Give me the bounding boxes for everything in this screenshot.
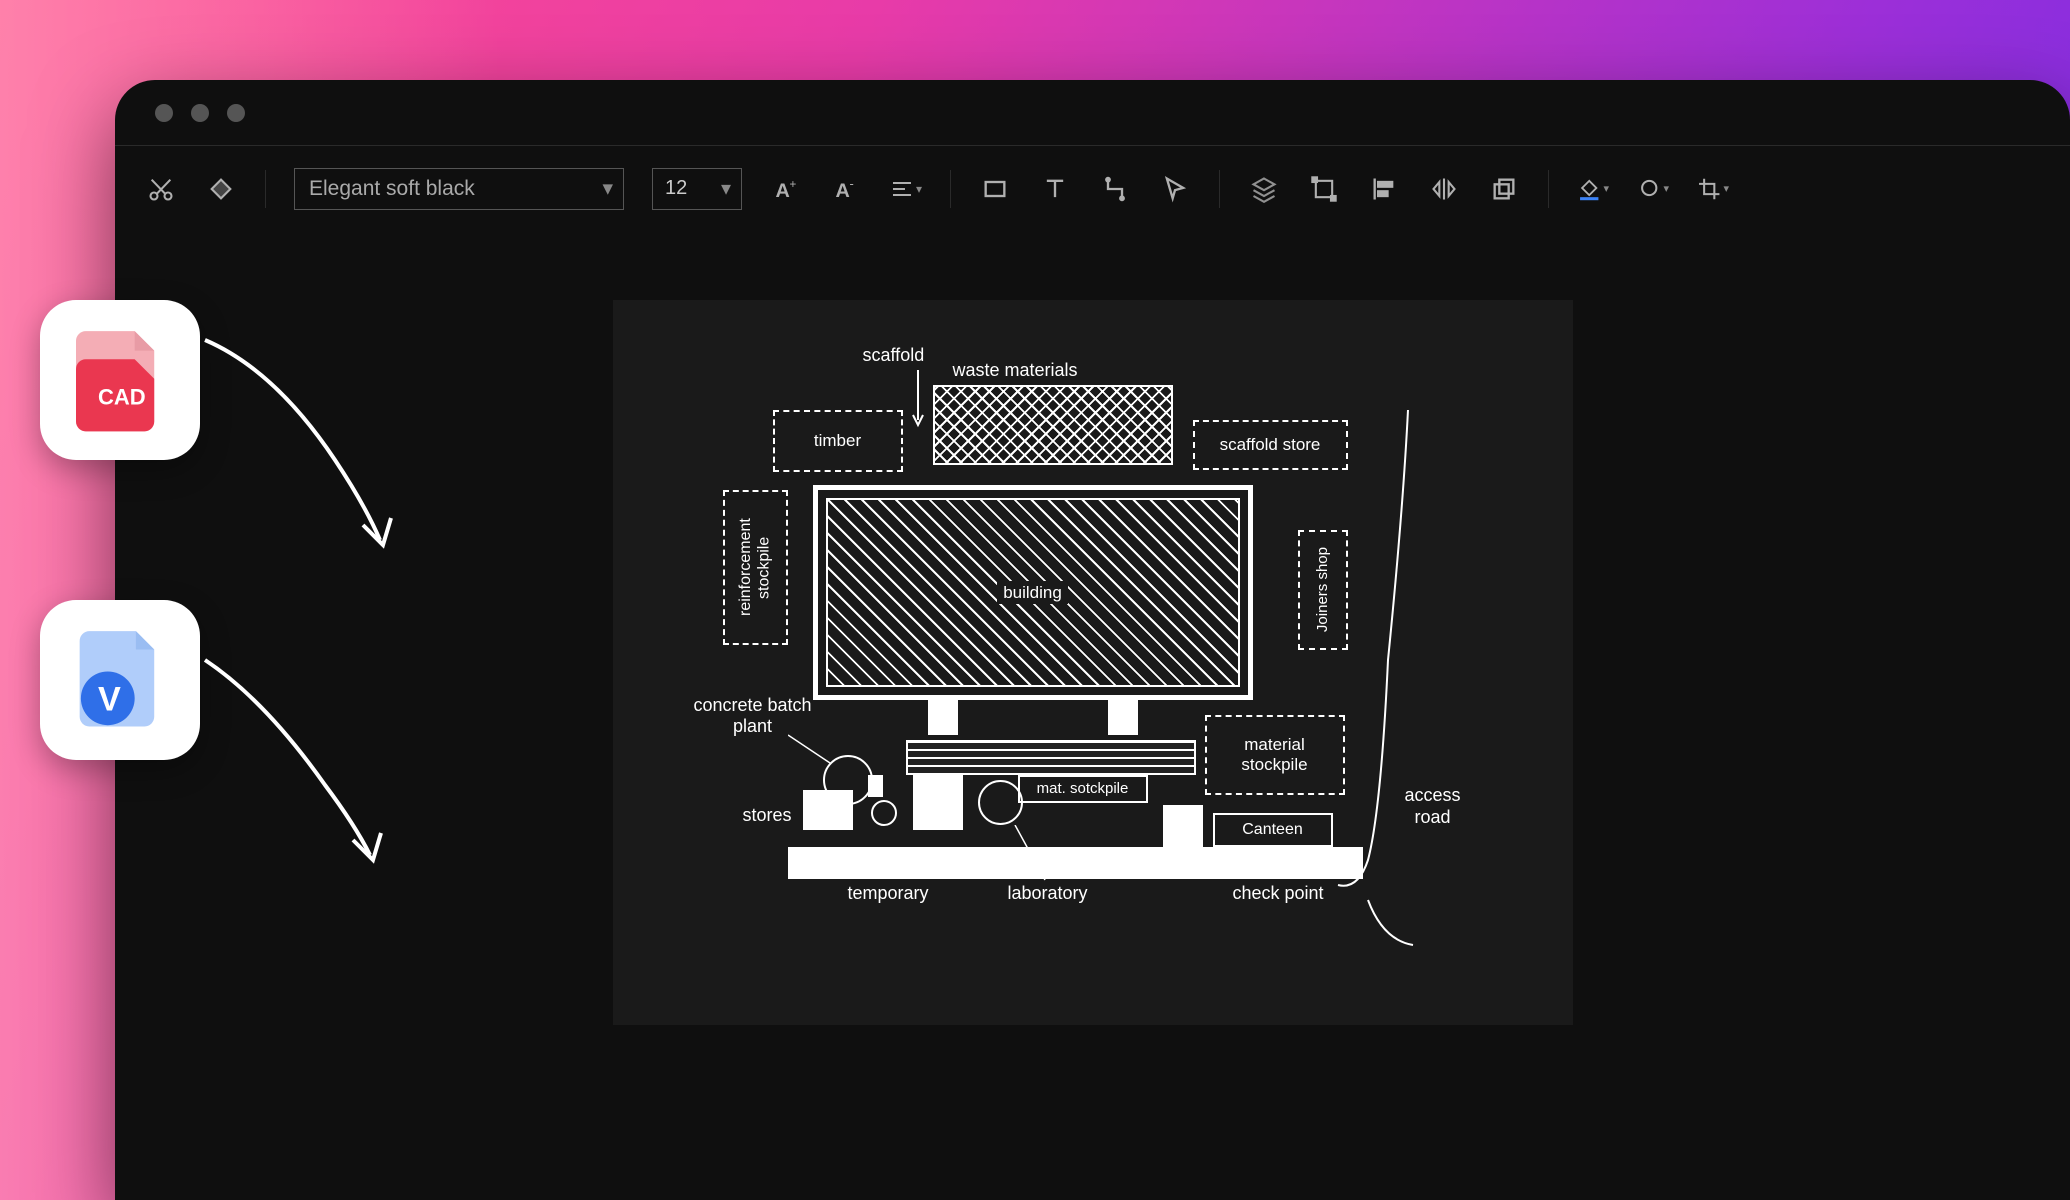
align-left-icon[interactable] (1368, 173, 1400, 205)
box-waste-materials[interactable] (933, 385, 1173, 465)
small-box-1b[interactable] (868, 775, 883, 797)
stroke-color-icon[interactable]: ▾ (1637, 173, 1669, 205)
fill-color-icon[interactable]: ▾ (1577, 173, 1609, 205)
layers-icon[interactable] (1248, 173, 1280, 205)
small-box-1[interactable] (803, 790, 853, 830)
label-joiners-shop: Joiners shop (1314, 547, 1331, 632)
text-icon[interactable] (1039, 173, 1071, 205)
svg-text:CAD: CAD (98, 384, 146, 409)
connector-icon[interactable] (1099, 173, 1131, 205)
file-card-v[interactable]: V (40, 600, 200, 760)
chevron-down-icon: ▾ (721, 176, 731, 201)
rectangle-icon[interactable] (979, 173, 1011, 205)
silo-3[interactable] (871, 800, 897, 826)
label-waste-materials: waste materials (953, 360, 1078, 381)
box-timber[interactable]: timber (773, 410, 903, 472)
app-window: Elegant soft black ▾ 12 ▾ A+ A- ▾ (115, 80, 2070, 1200)
box-canteen[interactable]: Canteen (1213, 813, 1333, 847)
decrease-font-icon[interactable]: A- (830, 173, 862, 205)
box-mat-stockpile[interactable]: mat. sotckpile (1018, 775, 1148, 803)
file-card-cad[interactable]: CAD (40, 300, 200, 460)
box-building-outer[interactable]: building (813, 485, 1253, 700)
label-scaffold-store: scaffold store (1220, 435, 1321, 455)
font-family-select[interactable]: Elegant soft black ▾ (294, 168, 624, 210)
pillar-right (1108, 700, 1138, 735)
line-lab (1010, 825, 1050, 885)
align-icon[interactable]: ▾ (890, 173, 922, 205)
small-box-2[interactable] (913, 775, 963, 830)
flip-icon[interactable] (1428, 173, 1460, 205)
label-material-stockpile: material stockpile (1211, 735, 1339, 774)
box-scaffold-store[interactable]: scaffold store (1193, 420, 1348, 470)
arrange-icon[interactable] (1488, 173, 1520, 205)
toolbar: Elegant soft black ▾ 12 ▾ A+ A- ▾ (115, 146, 2070, 231)
label-temporary: temporary (848, 883, 929, 904)
font-family-value: Elegant soft black (309, 177, 475, 201)
label-scaffold: scaffold (863, 345, 925, 366)
crop-icon[interactable]: ▾ (1697, 173, 1729, 205)
label-canteen: Canteen (1242, 821, 1303, 839)
access-road-curve (1333, 410, 1453, 950)
pillar-left (928, 700, 958, 735)
label-stores: stores (743, 805, 792, 826)
box-road[interactable] (788, 847, 1363, 879)
label-mat-stockpile: mat. sotckpile (1037, 780, 1129, 797)
pointer-icon[interactable] (1159, 173, 1191, 205)
window-maximize-dot[interactable] (227, 104, 245, 122)
label-laboratory: laboratory (1008, 883, 1088, 904)
increase-font-icon[interactable]: A+ (770, 173, 802, 205)
arrow-scaffold (908, 370, 928, 430)
chevron-down-icon: ▾ (602, 176, 613, 201)
titlebar (115, 80, 2070, 145)
svg-text:A: A (836, 180, 850, 202)
canvas-area[interactable]: scaffold waste materials timber scaffold… (115, 230, 2070, 1200)
label-building: building (997, 581, 1068, 605)
svg-text:-: - (850, 175, 854, 190)
label-reinforcement-stockpile: reinforcement stockpile (737, 496, 774, 639)
svg-text:A: A (776, 180, 790, 202)
box-striped[interactable] (906, 740, 1196, 775)
paint-bucket-icon[interactable] (205, 173, 237, 205)
svg-text:V: V (98, 681, 121, 719)
v-file-icon: V (70, 625, 170, 735)
font-size-select[interactable]: 12 ▾ (652, 168, 742, 210)
small-box-3[interactable] (1163, 805, 1203, 847)
box-material-stockpile[interactable]: material stockpile (1205, 715, 1345, 795)
svg-text:+: + (790, 177, 797, 190)
box-reinforcement-stockpile[interactable]: reinforcement stockpile (723, 490, 788, 645)
group-icon[interactable] (1308, 173, 1340, 205)
label-timber: timber (814, 431, 861, 451)
label-check-point: check point (1233, 883, 1324, 904)
diagram-canvas[interactable]: scaffold waste materials timber scaffold… (613, 300, 1573, 1025)
font-size-value: 12 (665, 177, 687, 200)
cad-file-icon: CAD (70, 325, 170, 435)
window-close-dot[interactable] (155, 104, 173, 122)
cut-icon[interactable] (145, 173, 177, 205)
window-minimize-dot[interactable] (191, 104, 209, 122)
silo-2[interactable] (978, 780, 1023, 825)
